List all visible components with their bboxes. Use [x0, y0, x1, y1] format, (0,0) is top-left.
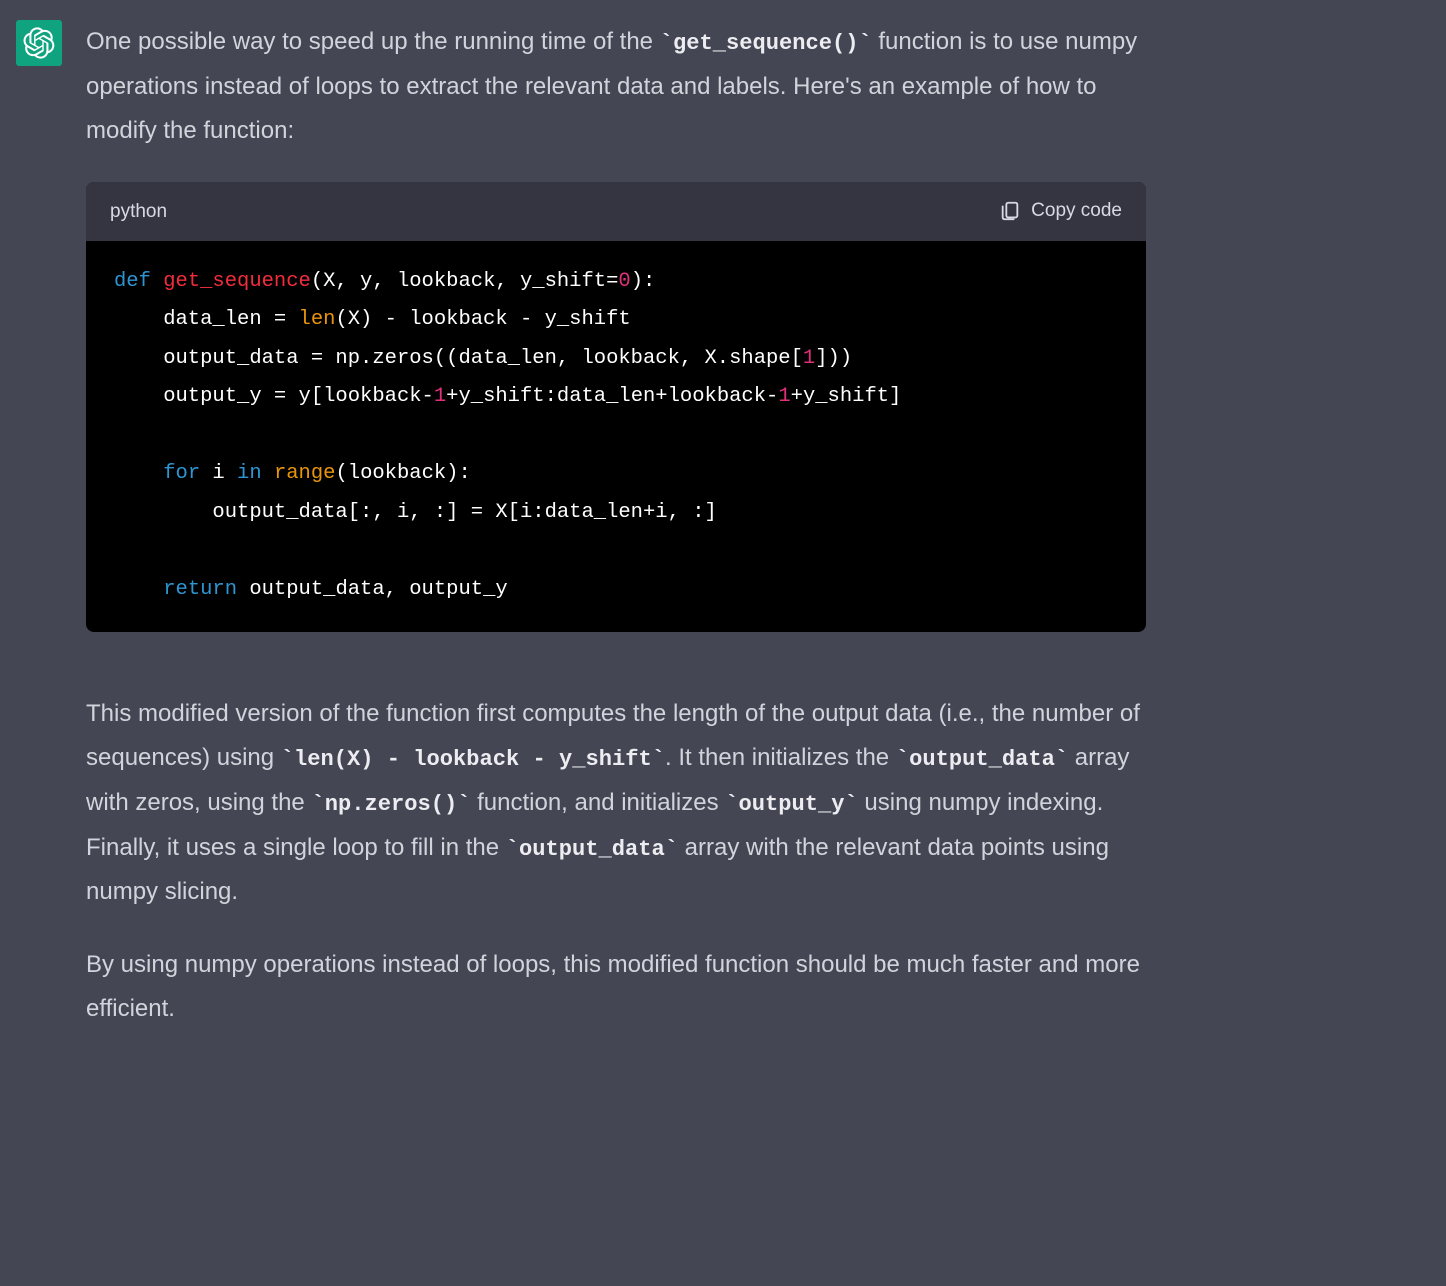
token-keyword: def	[114, 270, 151, 293]
token: output_data = np.zeros((data_len, lookba…	[114, 347, 803, 370]
inline-code: `len(X) - lookback - y_shift`	[281, 747, 665, 772]
inline-code: `get_sequence()`	[660, 31, 872, 56]
code-language-label: python	[110, 194, 167, 229]
assistant-message: One possible way to speed up the running…	[0, 0, 1446, 1052]
token: +y_shift]	[791, 385, 902, 408]
copy-code-label: Copy code	[1031, 200, 1122, 222]
chatgpt-logo-icon	[23, 27, 55, 59]
token	[262, 462, 274, 485]
token: ):	[631, 270, 656, 293]
token-number: 1	[803, 347, 815, 370]
code-block: python Copy code def get_sequence(X, y, …	[86, 182, 1146, 632]
text: One possible way to speed up the running…	[86, 28, 660, 55]
code-body: def get_sequence(X, y, lookback, y_shift…	[86, 241, 1146, 632]
token-builtin: len	[299, 308, 336, 331]
copy-code-button[interactable]: Copy code	[999, 200, 1122, 222]
token-number: 1	[434, 385, 446, 408]
inline-code: `output_y`	[725, 792, 858, 817]
text: function, and initializes	[470, 789, 725, 816]
token-number: 1	[778, 385, 790, 408]
inline-code: `output_data`	[506, 837, 678, 862]
token: output_data[:, i, :] = X[i:data_len+i, :…	[114, 501, 717, 524]
clipboard-icon	[999, 200, 1021, 222]
token-number: 0	[618, 270, 630, 293]
token: (lookback):	[335, 462, 470, 485]
token: i	[200, 462, 237, 485]
assistant-avatar	[16, 20, 62, 66]
token-builtin: range	[274, 462, 336, 485]
paragraph-intro: One possible way to speed up the running…	[86, 20, 1146, 154]
message-content: One possible way to speed up the running…	[86, 20, 1146, 1032]
inline-code: `output_data`	[896, 747, 1068, 772]
token-keyword: for	[163, 462, 200, 485]
token: output_data, output_y	[237, 578, 508, 601]
inline-code: `np.zeros()`	[311, 792, 470, 817]
token-keyword: return	[163, 578, 237, 601]
token: ]))	[815, 347, 852, 370]
token-keyword: in	[237, 462, 262, 485]
paragraph-explanation: This modified version of the function fi…	[86, 692, 1146, 915]
paragraph-conclusion: By using numpy operations instead of loo…	[86, 943, 1146, 1032]
token: data_len =	[114, 308, 299, 331]
token-funcname: get_sequence	[163, 270, 311, 293]
token: output_y = y[lookback-	[114, 385, 434, 408]
token: +y_shift:data_len+lookback-	[446, 385, 778, 408]
code-header: python Copy code	[86, 182, 1146, 241]
text: . It then initializes the	[665, 744, 896, 771]
token: (X, y, lookback, y_shift=	[311, 270, 619, 293]
token: (X) - lookback - y_shift	[335, 308, 630, 331]
